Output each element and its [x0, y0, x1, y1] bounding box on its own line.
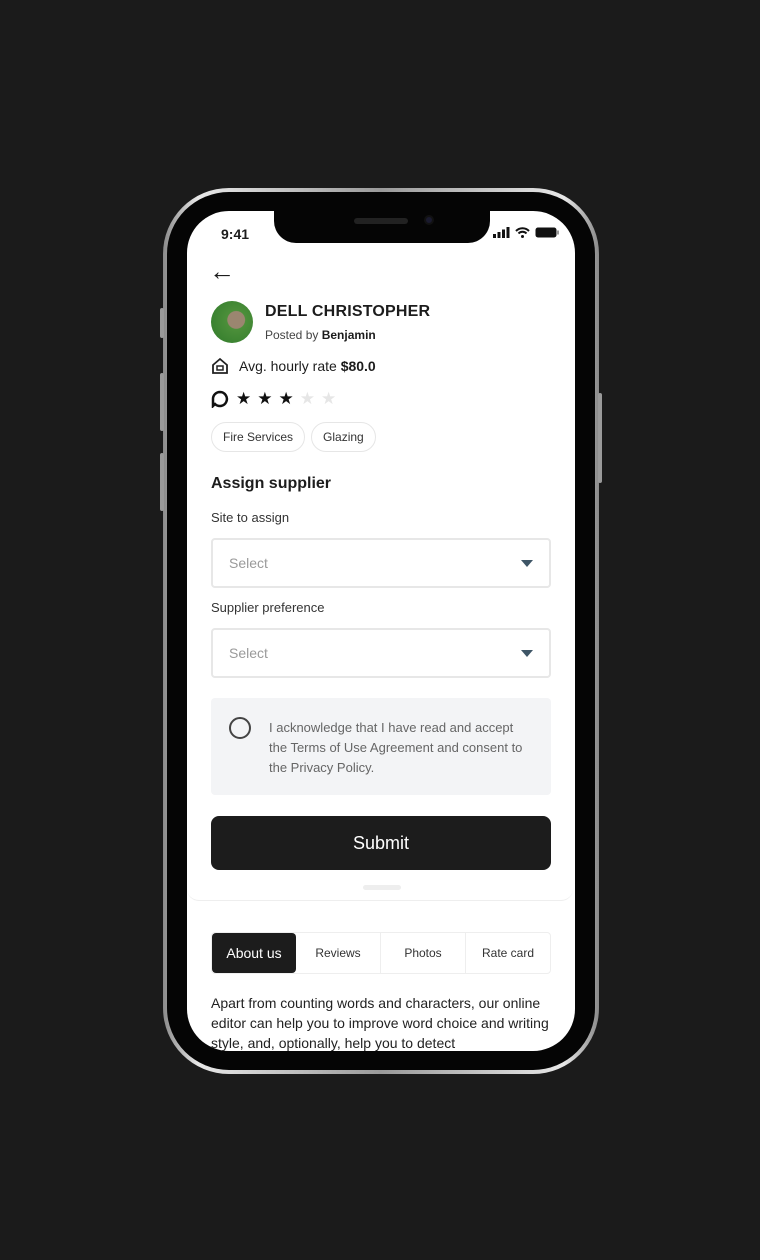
star-empty-icon: ★ — [299, 389, 315, 408]
site-label: Site to assign — [211, 510, 290, 525]
wifi-icon — [515, 227, 530, 238]
review-bubble-icon — [211, 390, 229, 408]
volume-up-button — [160, 373, 164, 431]
tag-list: Fire Services Glazing — [211, 422, 376, 452]
about-text: Apart from counting words and characters… — [211, 995, 549, 1051]
tab-reviews[interactable]: Reviews — [296, 933, 380, 973]
star-empty-icon: ★ — [321, 389, 337, 408]
site-select[interactable]: Select — [211, 538, 551, 588]
power-button — [598, 393, 602, 483]
phone-frame: 9:41 ← DELL CHRISTOPHER Posted by Benjam… — [160, 188, 602, 1074]
supplier-name: DELL CHRISTOPHER — [265, 303, 431, 320]
tag-glazing[interactable]: Glazing — [311, 422, 376, 452]
battery-icon — [535, 227, 559, 238]
star-filled-icon: ★ — [278, 389, 294, 408]
rate-value: $80.0 — [340, 357, 376, 374]
supplier-placeholder: Select — [229, 645, 268, 661]
form-title: Assign supplier — [211, 475, 332, 492]
posted-by-label: Posted by — [265, 328, 319, 342]
star-filled-icon: ★ — [236, 389, 252, 408]
sheet-edge — [187, 889, 573, 901]
tab-rate-card[interactable]: Rate card — [465, 933, 550, 973]
back-arrow-icon[interactable]: ← — [209, 258, 235, 284]
tab-photos[interactable]: Photos — [380, 933, 465, 973]
tag-fire-services[interactable]: Fire Services — [211, 422, 306, 452]
supplier-label: Supplier preference — [211, 600, 325, 615]
signal-icon — [493, 227, 510, 238]
drag-handle[interactable] — [363, 885, 401, 890]
terms-acknowledgement: I acknowledge that I have read and accep… — [211, 698, 551, 795]
posted-by-name: Benjamin — [321, 328, 376, 342]
status-icons — [493, 227, 559, 238]
rating: ★ ★ ★ ★ ★ — [211, 389, 336, 409]
star-filled-icon: ★ — [257, 389, 273, 408]
notch — [274, 211, 490, 243]
rate-label: Avg. hourly rate — [239, 357, 337, 374]
submit-button[interactable]: Submit — [211, 816, 551, 870]
app-screen: 9:41 ← DELL CHRISTOPHER Posted by Benjam… — [187, 211, 575, 1051]
terms-text: I acknowledge that I have read and accep… — [269, 720, 523, 775]
site-placeholder: Select — [229, 555, 268, 571]
mute-switch — [160, 308, 164, 338]
tab-about-us[interactable]: About us — [212, 933, 296, 973]
camera-icon — [424, 215, 434, 225]
avatar — [211, 301, 253, 343]
volume-down-button — [160, 453, 164, 511]
posted-by: Posted by Benjamin — [265, 328, 376, 342]
hourly-rate: Avg. hourly rate $80.0 — [211, 357, 376, 374]
supplier-select[interactable]: Select — [211, 628, 551, 678]
caret-down-icon — [521, 559, 533, 567]
caret-down-icon — [521, 649, 533, 657]
terms-radio[interactable] — [229, 717, 251, 739]
status-time: 9:41 — [221, 226, 250, 242]
house-money-icon — [212, 357, 228, 374]
profile-tabs: About us Reviews Photos Rate card — [211, 932, 551, 974]
